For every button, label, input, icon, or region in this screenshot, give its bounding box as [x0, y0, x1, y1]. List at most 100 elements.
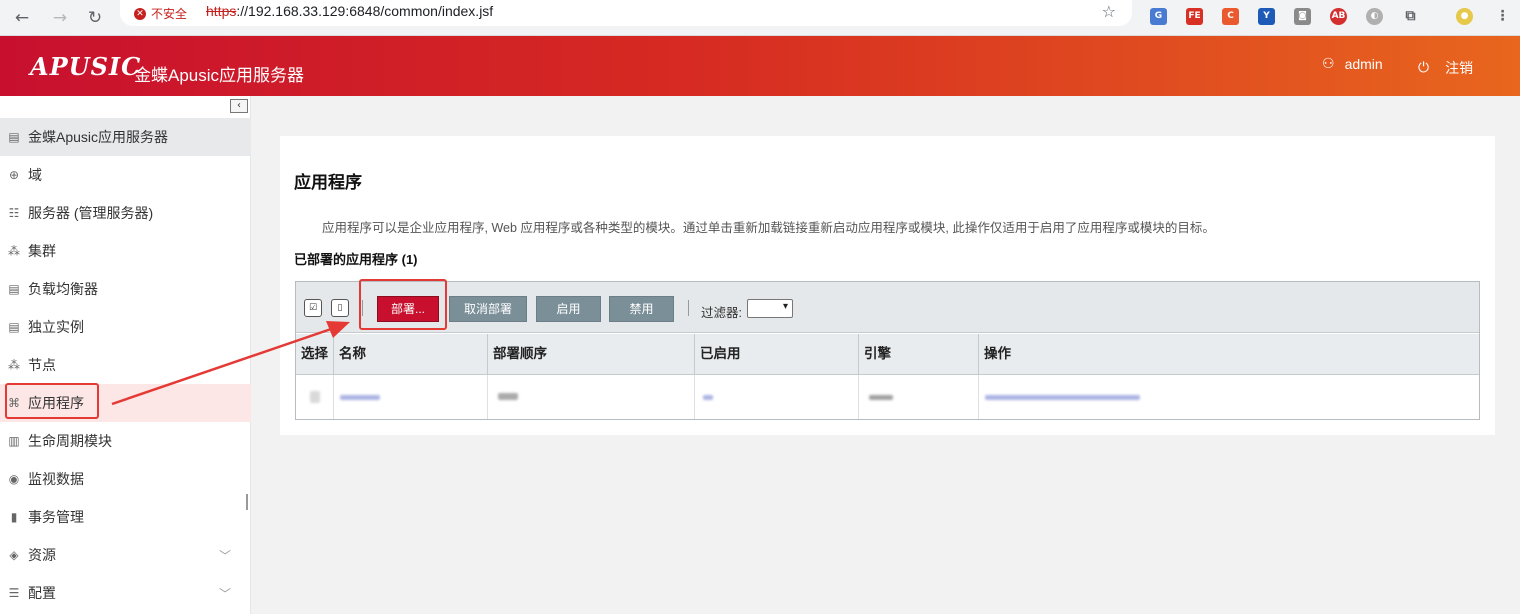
address-bar[interactable]: ✕ 不安全 https://192.168.33.129:6848/common… — [120, 0, 1132, 26]
row-name-cell[interactable] — [334, 375, 488, 419]
sidebar-item-node[interactable]: ⁂ 节点 — [0, 346, 251, 384]
forward-icon[interactable]: → — [46, 4, 74, 32]
c-extension-icon[interactable]: C — [1222, 8, 1239, 25]
sidebar-item-label: 配置 — [28, 585, 56, 601]
sidebar-item-root[interactable]: ▤ 金蝶Apusic应用服务器 — [0, 118, 251, 156]
sidebar-item-label: 域 — [28, 167, 42, 183]
load-balancer-icon: ▤ — [8, 282, 20, 296]
filter-label: 过滤器: — [701, 306, 742, 320]
back-icon[interactable]: ← — [8, 4, 36, 32]
row-engine-cell — [859, 375, 979, 419]
filter-select[interactable]: ▾ — [747, 299, 793, 318]
logout-label: 注销 — [1445, 60, 1474, 76]
sidebar-nav: ‹ ▤ 金蝶Apusic应用服务器 ⊕ 域 ☷ 服务器 (管理服务器) ⁂ 集群… — [0, 96, 251, 614]
bookmark-star-icon[interactable]: ☆ — [1102, 2, 1116, 21]
monitor-icon: ◉ — [8, 472, 20, 486]
sidebar-item-label: 节点 — [28, 357, 56, 373]
lifecycle-icon: ▥ — [8, 434, 20, 448]
browser-menu-icon[interactable]: ⋮ — [1494, 8, 1511, 25]
cluster-icon: ⁂ — [8, 244, 20, 258]
applications-table: ☑ ▯ 部署... 取消部署 启用 禁用 过滤器: ▾ 选择 名称 部署顺序 已… — [295, 281, 1480, 420]
enable-button[interactable]: 启用 — [536, 296, 601, 322]
sidebar-item-instance[interactable]: ▤ 独立实例 — [0, 308, 251, 346]
table-header: 选择 名称 部署顺序 已启用 引擎 操作 — [296, 334, 1479, 375]
sidebar-item-label: 负载均衡器 — [28, 281, 98, 297]
sidebar-item-cluster[interactable]: ⁂ 集群 — [0, 232, 251, 270]
url-protocol: https — [206, 3, 237, 19]
chevron-down-icon: ▾ — [782, 301, 788, 312]
sidebar-item-label: 服务器 (管理服务器) — [28, 205, 154, 221]
col-select[interactable]: 选择 — [296, 334, 334, 374]
table-toolbar: ☑ ▯ 部署... 取消部署 启用 禁用 过滤器: ▾ — [296, 282, 1479, 333]
col-deploy-order[interactable]: 部署顺序 — [488, 334, 695, 374]
sidebar-item-transaction[interactable]: ▮ 事务管理 — [0, 498, 251, 536]
sidebar-item-label: 生命周期模块 — [28, 433, 112, 449]
table-row — [296, 375, 1479, 419]
sidebar-item-label: 事务管理 — [28, 509, 84, 525]
apusic-logo: APUSIC — [30, 52, 142, 81]
server-icon: ☷ — [8, 206, 20, 220]
globe-icon: ⊕ — [8, 168, 20, 182]
power-icon: ⏻ — [1418, 60, 1430, 76]
col-name[interactable]: 名称 — [334, 334, 488, 374]
url-text[interactable]: https://192.168.33.129:6848/common/index… — [206, 3, 493, 19]
chevron-down-icon[interactable]: ﹀ — [219, 585, 231, 602]
sidebar-item-label: 独立实例 — [28, 319, 84, 335]
sidebar-item-resources[interactable]: ◈ 资源 ﹀ — [0, 536, 251, 574]
sidebar-item-load-balancer[interactable]: ▤ 负载均衡器 — [0, 270, 251, 308]
warning-icon: ✕ — [134, 7, 146, 20]
username: admin — [1344, 56, 1383, 72]
row-order-cell — [488, 375, 695, 419]
select-all-icon[interactable]: ☑ — [304, 299, 322, 317]
col-engine[interactable]: 引擎 — [859, 334, 979, 374]
sidebar-item-domain[interactable]: ⊕ 域 — [0, 156, 251, 194]
config-icon: ☰ — [8, 586, 20, 600]
app-title: 金蝶Apusic应用服务器 — [134, 66, 305, 85]
toolbar-divider — [688, 300, 689, 316]
row-enabled-cell — [695, 375, 859, 419]
sidebar-resize-handle[interactable] — [246, 494, 248, 510]
user-icon: ⚇ — [1322, 56, 1335, 72]
adblock-extension-icon[interactable]: AB — [1330, 8, 1347, 25]
sidebar-item-lifecycle[interactable]: ▥ 生命周期模块 — [0, 422, 251, 460]
profile-avatar[interactable]: ● — [1456, 8, 1473, 25]
instance-icon: ▤ — [8, 320, 20, 334]
resources-icon: ◈ — [9, 548, 19, 562]
annotation-box-deploy — [359, 279, 447, 330]
main-panel: 应用程序 应用程序可以是企业应用程序, Web 应用程序或各种类型的模块。通过单… — [280, 136, 1495, 435]
v-extension-icon[interactable]: Y — [1258, 8, 1275, 25]
security-indicator[interactable]: ✕ 不安全 — [134, 5, 187, 22]
disable-button[interactable]: 禁用 — [609, 296, 674, 322]
undeploy-button[interactable]: 取消部署 — [449, 296, 527, 322]
chevron-down-icon[interactable]: ﹀ — [219, 547, 231, 564]
sidebar-item-server[interactable]: ☷ 服务器 (管理服务器) — [0, 194, 251, 232]
sidebar-item-config[interactable]: ☰ 配置 ﹀ — [0, 574, 251, 612]
user-menu[interactable]: ⚇ admin — [1322, 56, 1383, 72]
page-title: 应用程序 — [294, 173, 362, 192]
fe-extension-icon[interactable]: FE — [1186, 8, 1203, 25]
url-path: ://192.168.33.129:6848/common/index.jsf — [236, 3, 494, 19]
deselect-all-icon[interactable]: ▯ — [331, 299, 349, 317]
row-select-cell[interactable] — [296, 375, 334, 419]
camera-extension-icon[interactable]: ◙ — [1294, 8, 1311, 25]
row-actions-cell[interactable] — [979, 375, 1479, 419]
sidebar-item-monitoring[interactable]: ◉ 监视数据 — [0, 460, 251, 498]
collapse-sidebar-button[interactable]: ‹ — [230, 99, 248, 113]
page-description: 应用程序可以是企业应用程序, Web 应用程序或各种类型的模块。通过单击重新加载… — [322, 221, 1215, 235]
annotation-box-sidebar — [5, 383, 99, 419]
node-icon: ⁂ — [8, 358, 20, 372]
logout-button[interactable]: ⏻ 注销 — [1418, 58, 1473, 78]
misc-extension-icon[interactable]: ◐ — [1366, 8, 1383, 25]
translate-extension-icon[interactable]: G — [1150, 8, 1167, 25]
extensions-puzzle-icon[interactable]: ⧉ — [1402, 8, 1419, 25]
sidebar-item-label: 集群 — [28, 243, 56, 259]
sidebar-item-label: 金蝶Apusic应用服务器 — [28, 129, 169, 145]
app-header: APUSIC 金蝶Apusic应用服务器 ⚇ admin ⏻ 注销 — [0, 36, 1520, 96]
reload-icon[interactable]: ↻ — [81, 4, 109, 32]
col-enabled[interactable]: 已启用 — [695, 334, 859, 374]
col-actions[interactable]: 操作 — [979, 334, 1479, 374]
server-root-icon: ▤ — [8, 130, 20, 144]
sidebar-item-label: 监视数据 — [28, 471, 84, 487]
transaction-icon: ▮ — [10, 510, 18, 524]
security-label: 不安全 — [151, 7, 188, 21]
